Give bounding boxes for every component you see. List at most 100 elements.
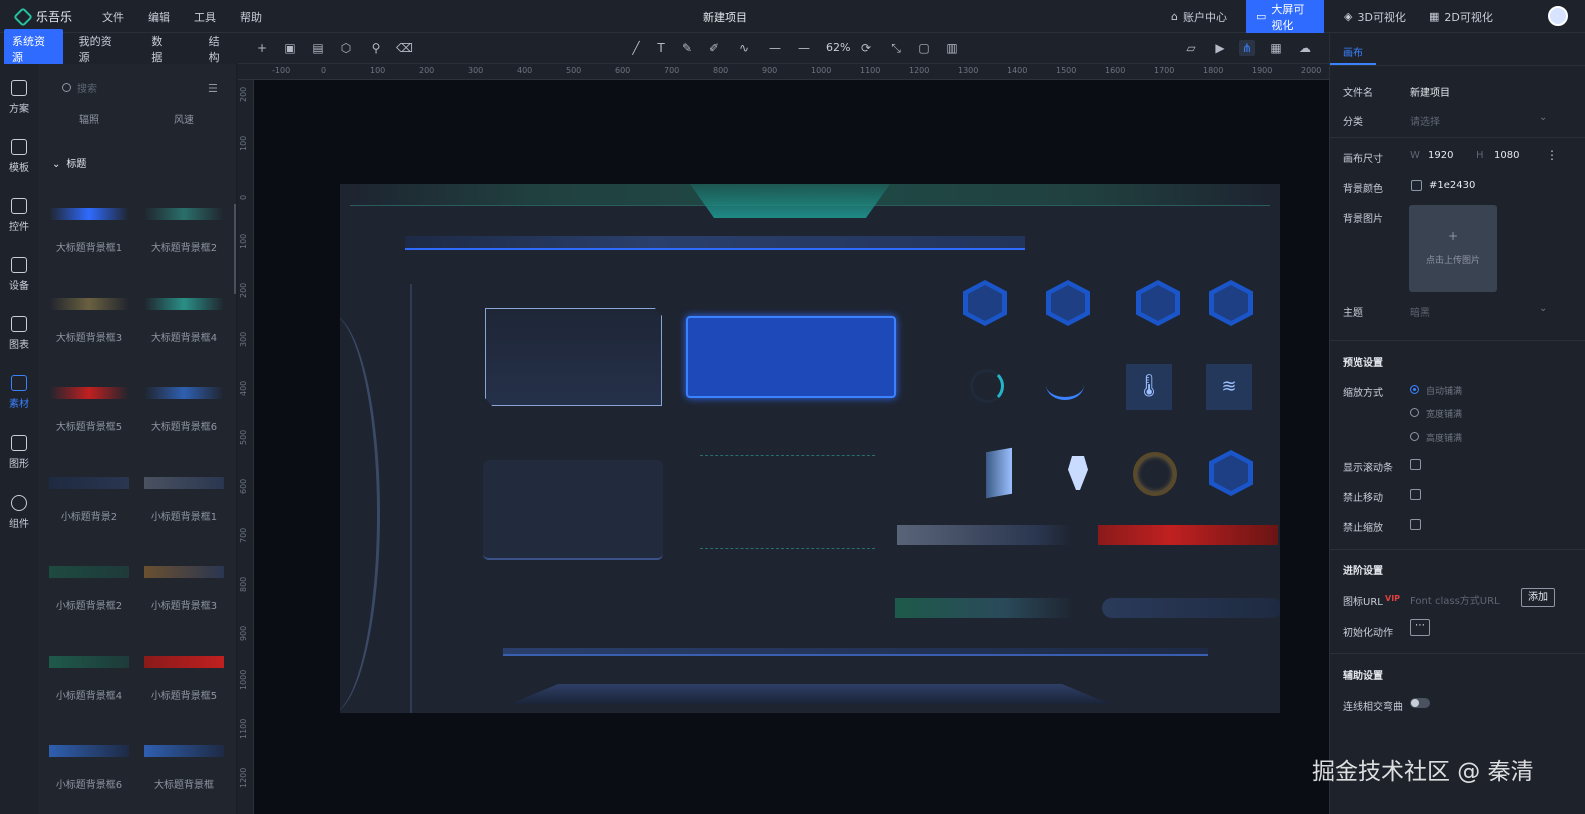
play-icon[interactable]: ▶ <box>1212 40 1228 56</box>
library-thumbnail[interactable] <box>144 655 224 668</box>
more-icon[interactable]: ⋮ <box>1546 148 1558 162</box>
design-canvas[interactable]: 🌡 ≋ <box>340 184 1280 713</box>
footer-decoration[interactable] <box>510 684 1110 704</box>
library-thumbnail[interactable] <box>144 208 224 220</box>
library-thumbnail[interactable] <box>49 208 129 220</box>
fit-icon[interactable]: ⤡ <box>888 40 904 56</box>
bar-gray[interactable] <box>897 525 1072 545</box>
scale-width-radio[interactable] <box>1410 408 1419 417</box>
library-thumbnail[interactable] <box>49 566 129 578</box>
library-thumbnail[interactable] <box>49 745 129 757</box>
gauge-icon[interactable] <box>970 369 1004 403</box>
plug-icon[interactable] <box>1068 456 1088 490</box>
tab-canvas[interactable]: 画布 <box>1343 44 1363 59</box>
add-button[interactable]: 添加 <box>1521 588 1555 607</box>
library-thumbnail[interactable] <box>144 745 224 757</box>
library-item-label[interactable]: 大标题背景框3 <box>49 329 129 344</box>
bigscreen-tab[interactable]: ▭ 大屏可视化 <box>1246 0 1324 33</box>
tab-system-resources[interactable]: 系统资源 <box>4 28 63 69</box>
library-item-label[interactable]: 小标题背景框4 <box>49 687 129 702</box>
menu-tools[interactable]: 工具 <box>194 9 216 25</box>
long-bar-decoration[interactable] <box>503 648 1208 656</box>
nav-scheme[interactable]: 方案 <box>0 80 38 115</box>
humidity-icon[interactable]: ≋ <box>1206 364 1252 410</box>
menu-edit[interactable]: 编辑 <box>148 9 170 25</box>
frame-icon[interactable]: ▢ <box>916 40 932 56</box>
bg-color-swatch[interactable] <box>1411 180 1422 191</box>
text-icon[interactable]: T <box>653 40 669 56</box>
scale-height-label[interactable]: 高度铺满 <box>1426 431 1462 444</box>
refresh-icon[interactable]: ⟳ <box>858 40 874 56</box>
nav-chart[interactable]: 图表 <box>0 316 38 351</box>
bg-color-value[interactable]: #1e2430 <box>1429 180 1475 191</box>
library-item-label[interactable]: 小标题背景框2 <box>49 597 129 612</box>
menu-help[interactable]: 帮助 <box>240 9 262 25</box>
fan-icon[interactable] <box>1209 280 1253 326</box>
library-item-label[interactable]: 大标题背景框2 <box>144 239 224 254</box>
theme-select[interactable]: 暗黑 <box>1410 304 1430 319</box>
title-bar-decoration[interactable] <box>405 236 1025 250</box>
nav-device[interactable]: 设备 <box>0 257 38 292</box>
library-search[interactable]: 搜索 <box>52 80 222 98</box>
library-thumbnail[interactable] <box>49 387 129 399</box>
library-item-label[interactable]: 小标题背景框1 <box>144 508 224 523</box>
library-thumbnail[interactable] <box>49 297 129 310</box>
menu-file[interactable]: 文件 <box>102 9 124 25</box>
save-icon[interactable]: ▣ <box>282 40 298 56</box>
tab-structure[interactable]: 结构 <box>201 29 238 69</box>
nav-material[interactable]: 素材 <box>0 375 38 410</box>
zoom-level[interactable]: 62% <box>826 41 850 54</box>
bar-green[interactable] <box>895 598 1075 618</box>
search-input[interactable]: 搜索 <box>77 84 97 95</box>
server-icon[interactable] <box>986 447 1012 499</box>
width-input[interactable]: 1920 <box>1428 150 1453 161</box>
format-brush-icon[interactable]: ⚲ <box>368 40 384 56</box>
curve-icon[interactable]: ∿ <box>736 40 752 56</box>
group-header[interactable]: ⌄ 标题 <box>52 155 86 170</box>
add-icon[interactable]: + <box>254 40 270 56</box>
library-item-label[interactable]: 大标题背景框 <box>144 776 224 791</box>
vis3d-tab[interactable]: ◈ 3D可视化 <box>1344 0 1406 33</box>
category-select[interactable]: 请选择 <box>1410 113 1440 128</box>
file-name-input[interactable]: 新建项目 <box>1410 84 1450 99</box>
library-item-label[interactable]: 大标题背景框6 <box>144 418 224 433</box>
list-view-icon[interactable]: ☰ <box>208 82 218 95</box>
library-item-label[interactable]: 小标题背景2 <box>49 508 129 523</box>
app-logo[interactable]: 乐吾乐 <box>13 6 72 27</box>
frame-filled-blue[interactable] <box>686 316 896 398</box>
scrollbar[interactable] <box>234 204 236 294</box>
nav-shape[interactable]: 图形 <box>0 435 38 470</box>
nav-component[interactable]: 组件 <box>0 495 38 530</box>
left-arc-decoration[interactable] <box>340 314 380 713</box>
line-icon[interactable]: ╱ <box>628 40 644 56</box>
tree-icon[interactable] <box>1136 280 1180 326</box>
library-item-label[interactable]: 大标题背景框5 <box>49 418 129 433</box>
upload-box[interactable]: + 点击上传图片 <box>1409 205 1497 292</box>
scale-width-label[interactable]: 宽度铺满 <box>1426 407 1462 420</box>
library-item-label[interactable]: 小标题背景框5 <box>144 687 224 702</box>
nav-template[interactable]: 模板 <box>0 139 38 174</box>
frame-corners[interactable] <box>700 455 875 549</box>
vis2d-tab[interactable]: ▦ 2D可视化 <box>1429 0 1493 33</box>
router-icon[interactable] <box>1209 450 1253 496</box>
library-item-label[interactable]: 小标题背景框6 <box>49 776 129 791</box>
frame-outline[interactable] <box>485 308 662 406</box>
library-item-label[interactable]: 大标题背景框1 <box>49 239 129 254</box>
scale-auto-radio[interactable] <box>1410 385 1419 394</box>
document-icon[interactable]: ▤ <box>310 40 326 56</box>
qrcode-icon[interactable]: ▦ <box>1268 40 1284 56</box>
chevron-down-icon[interactable]: ⌄ <box>1539 112 1547 123</box>
shape-icon[interactable]: ⬡ <box>338 40 354 56</box>
eraser-icon[interactable]: ⌫ <box>396 40 413 56</box>
tab-data[interactable]: 数据 <box>143 29 180 69</box>
library-thumbnail[interactable] <box>144 297 224 310</box>
avatar[interactable] <box>1548 6 1568 26</box>
height-input[interactable]: 1080 <box>1494 150 1519 161</box>
icon-url-input[interactable]: Font class方式URL <box>1410 592 1500 607</box>
ring-icon[interactable] <box>1133 452 1177 496</box>
cloud-icon[interactable]: ☁ <box>1297 40 1313 56</box>
library-thumbnail[interactable] <box>144 387 224 399</box>
line-start-icon[interactable]: — <box>767 40 783 56</box>
pencil-icon[interactable]: ✐ <box>706 40 722 56</box>
bar-blue-circle[interactable] <box>1102 598 1280 618</box>
